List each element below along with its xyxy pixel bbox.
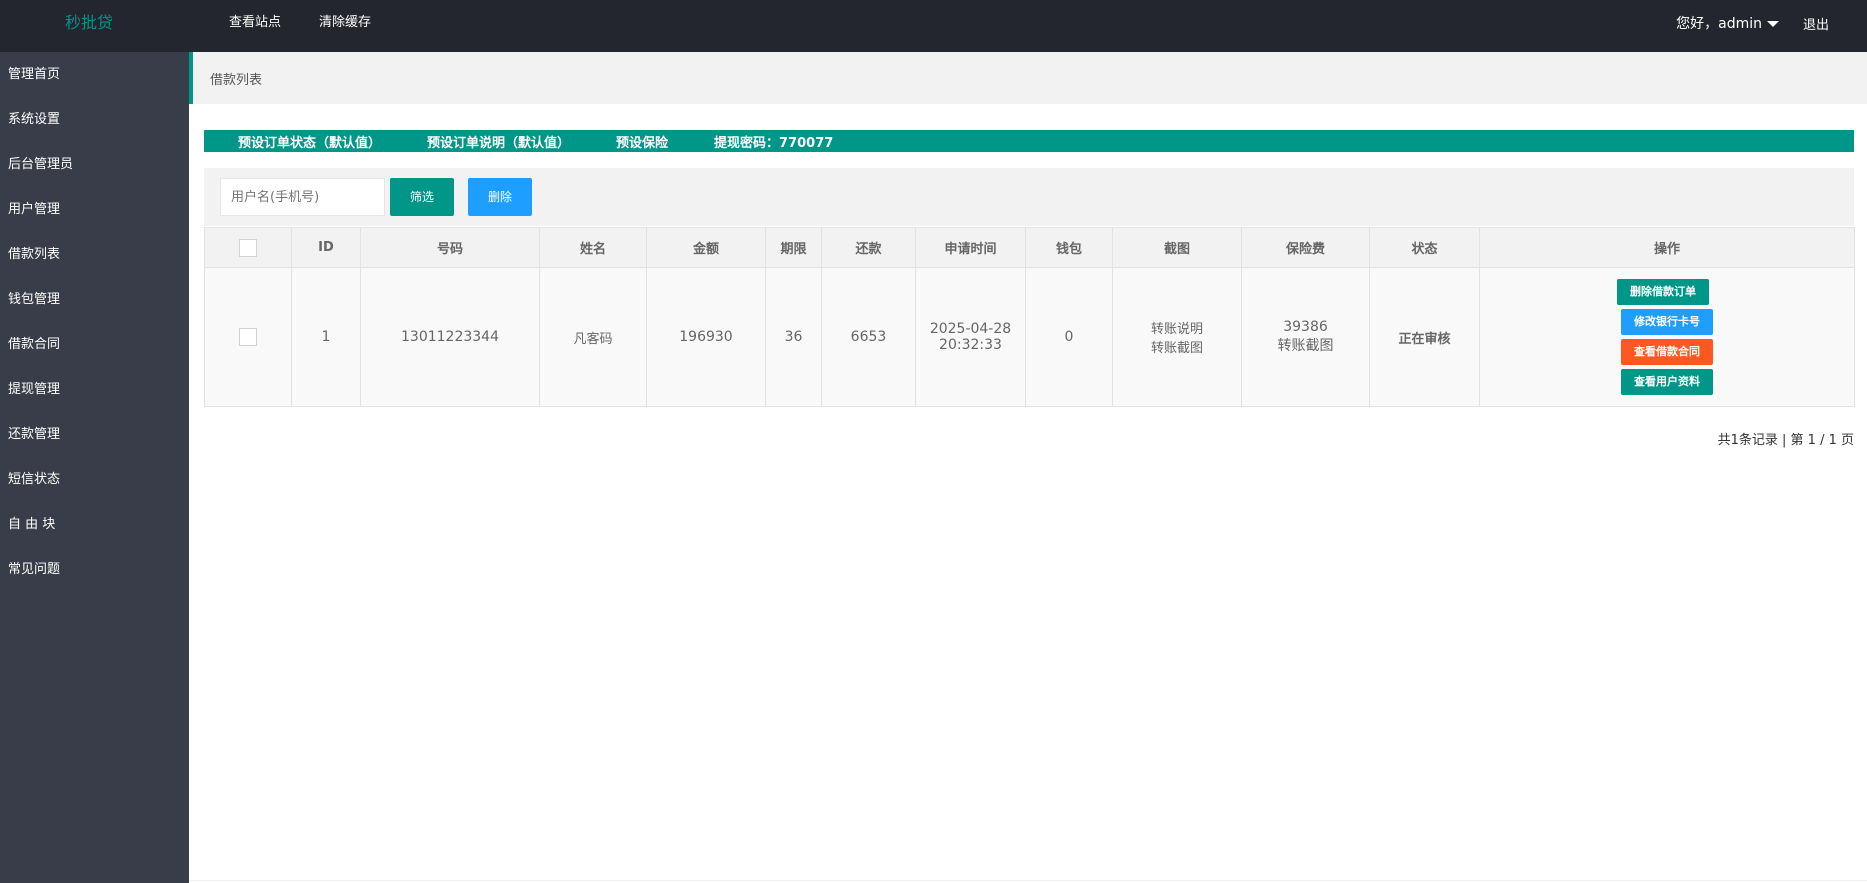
cell-phone: 13011223344 bbox=[360, 267, 540, 407]
header-phone: 号码 bbox=[360, 227, 540, 268]
status-badge: 正在审核 bbox=[1369, 267, 1480, 407]
page-title: 借款列表 bbox=[210, 73, 263, 88]
preset-banner: 预设订单状态（默认值） 预设订单说明（默认值） 预设保险 提现密码：770077 bbox=[204, 130, 1854, 152]
cell-apply-time: 2025-04-28 20:32:33 bbox=[915, 267, 1026, 407]
top-nav: 查看站点 清除缓存 bbox=[210, 0, 390, 46]
transfer-note-link[interactable]: 转账说明 bbox=[1113, 318, 1241, 337]
sidebar-item-wallets[interactable]: 钱包管理 bbox=[0, 277, 189, 322]
cell-amount: 196930 bbox=[646, 267, 766, 407]
sidebar-item-admins[interactable]: 后台管理员 bbox=[0, 142, 189, 187]
search-box bbox=[220, 178, 385, 216]
clear-cache-link[interactable]: 清除缓存 bbox=[300, 0, 390, 46]
sidebar-item-free-block[interactable]: 自 由 块 bbox=[0, 502, 189, 547]
header-term: 期限 bbox=[765, 227, 822, 268]
apply-time: 20:32:33 bbox=[939, 337, 1002, 353]
cell-repay: 6653 bbox=[821, 267, 916, 407]
sidebar-item-users[interactable]: 用户管理 bbox=[0, 187, 189, 232]
sidebar-item-withdrawals[interactable]: 提现管理 bbox=[0, 367, 189, 412]
header-name: 姓名 bbox=[539, 227, 647, 268]
sidebar-item-faq[interactable]: 常见问题 bbox=[0, 547, 189, 592]
delete-loan-order-button[interactable]: 删除借款订单 bbox=[1617, 279, 1709, 305]
header-repay: 还款 bbox=[821, 227, 916, 268]
table-row: 1 13011223344 凡客码 196930 36 6653 2025-04… bbox=[204, 267, 1855, 407]
row-select-cell bbox=[204, 267, 292, 407]
brand-logo[interactable]: 秒批贷 bbox=[0, 0, 178, 52]
apply-date: 2025-04-28 bbox=[929, 321, 1012, 337]
sidebar-item-dashboard[interactable]: 管理首页 bbox=[0, 52, 189, 97]
filter-bar: 筛选 删除 bbox=[204, 168, 1854, 226]
filter-button[interactable]: 筛选 bbox=[390, 178, 454, 216]
sidebar: 管理首页 系统设置 后台管理员 用户管理 借款列表 钱包管理 借款合同 提现管理… bbox=[0, 52, 189, 883]
sidebar-item-system-settings[interactable]: 系统设置 bbox=[0, 97, 189, 142]
top-bar: 秒批贷 查看站点 清除缓存 您好，admin 退出 bbox=[0, 0, 1867, 52]
top-right: 您好，admin 退出 bbox=[1676, 0, 1829, 46]
cell-name: 凡客码 bbox=[539, 267, 647, 407]
header-apply-time: 申请时间 bbox=[915, 227, 1026, 268]
header-status: 状态 bbox=[1369, 227, 1480, 268]
withdraw-password-text: 提现密码：770077 bbox=[714, 135, 834, 151]
preset-insurance-link[interactable]: 预设保险 bbox=[616, 132, 668, 151]
insurance-value: 39386 bbox=[1283, 319, 1328, 335]
preset-order-note-link[interactable]: 预设订单说明（默认值） bbox=[427, 132, 570, 151]
logout-link[interactable]: 退出 bbox=[1803, 14, 1829, 33]
row-checkbox[interactable] bbox=[239, 328, 257, 346]
sidebar-item-repayments[interactable]: 还款管理 bbox=[0, 412, 189, 457]
user-greeting: 您好，admin bbox=[1676, 16, 1762, 32]
sidebar-item-sms-status[interactable]: 短信状态 bbox=[0, 457, 189, 502]
sidebar-item-contracts[interactable]: 借款合同 bbox=[0, 322, 189, 367]
select-all-checkbox[interactable] bbox=[239, 238, 257, 257]
header-actions: 操作 bbox=[1479, 227, 1855, 268]
page-title-bar: 借款列表 bbox=[189, 52, 1867, 104]
cell-wallet: 0 bbox=[1025, 267, 1113, 407]
delete-button[interactable]: 删除 bbox=[468, 178, 532, 216]
transfer-screenshot-link[interactable]: 转账截图 bbox=[1113, 337, 1241, 356]
sidebar-item-loans[interactable]: 借款列表 bbox=[0, 232, 189, 277]
preset-order-status-link[interactable]: 预设订单状态（默认值） bbox=[238, 132, 381, 151]
search-input[interactable] bbox=[221, 179, 384, 215]
header-id: ID bbox=[291, 227, 361, 268]
caret-down-icon bbox=[1766, 20, 1779, 27]
header-insurance: 保险费 bbox=[1241, 227, 1370, 268]
cell-term: 36 bbox=[765, 267, 822, 407]
edit-bank-card-button[interactable]: 修改银行卡号 bbox=[1621, 309, 1713, 335]
header-select-all bbox=[204, 227, 292, 268]
header-wallet: 钱包 bbox=[1025, 227, 1113, 268]
pagination-info: 共1条记录 | 第 1 / 1 页 bbox=[1717, 433, 1854, 448]
view-user-profile-button[interactable]: 查看用户资料 bbox=[1621, 369, 1713, 395]
table-header-row: ID 号码 姓名 金额 期限 还款 申请时间 钱包 截图 保险费 状态 操作 bbox=[204, 227, 1855, 268]
loan-table: ID 号码 姓名 金额 期限 还款 申请时间 钱包 截图 保险费 状态 操作 1… bbox=[204, 227, 1855, 407]
user-menu[interactable]: 您好，admin bbox=[1676, 13, 1779, 33]
cell-actions: 删除借款订单 修改银行卡号 查看借款合同 查看用户资料 bbox=[1479, 267, 1855, 407]
cell-id: 1 bbox=[291, 267, 361, 407]
header-screenshot: 截图 bbox=[1112, 227, 1242, 268]
main-content: 借款列表 预设订单状态（默认值） 预设订单说明（默认值） 预设保险 提现密码：7… bbox=[189, 52, 1867, 883]
divider bbox=[189, 880, 1867, 881]
insurance-screenshot-link[interactable]: 转账截图 bbox=[1242, 335, 1369, 355]
view-contract-button[interactable]: 查看借款合同 bbox=[1621, 339, 1713, 365]
cell-insurance: 39386 转账截图 bbox=[1241, 267, 1370, 407]
action-buttons: 删除借款订单 修改银行卡号 查看借款合同 查看用户资料 bbox=[1480, 279, 1854, 395]
header-amount: 金额 bbox=[646, 227, 766, 268]
view-site-link[interactable]: 查看站点 bbox=[210, 0, 300, 46]
cell-screenshot: 转账说明 转账截图 bbox=[1112, 267, 1242, 407]
